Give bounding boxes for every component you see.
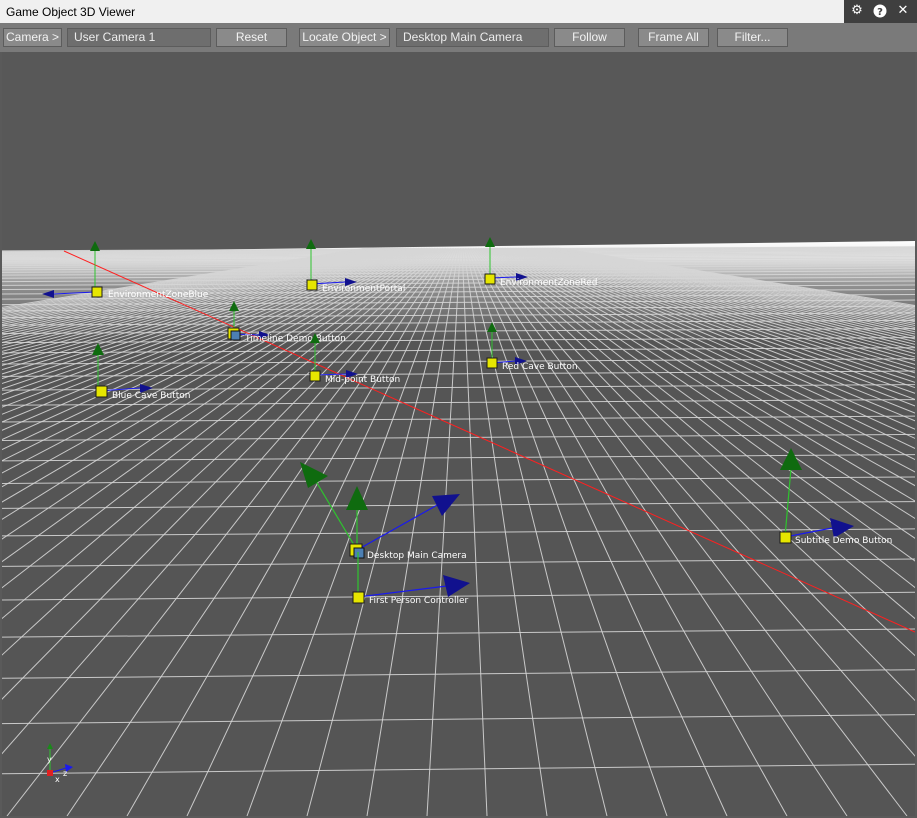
object-label: EnvironmentPortal — [322, 284, 405, 294]
object-label: Red Cave Button — [502, 362, 578, 372]
reset-button[interactable]: Reset — [216, 28, 287, 47]
window-title: Game Object 3D Viewer — [6, 5, 136, 19]
grid-line — [2, 384, 915, 391]
object-label: Subtitle Demo Button — [795, 536, 892, 546]
camera-menu-button[interactable]: Camera > — [3, 28, 62, 47]
object-label: Desktop Main Camera — [367, 551, 467, 561]
object-label: Timeline Demo Button — [244, 334, 346, 344]
gizmo-y-label: y — [47, 755, 52, 764]
3d-viewport[interactable]: EnvironmentZoneBlue EnvironmentPortal En… — [2, 52, 915, 816]
locate-object-button[interactable]: Locate Object > — [299, 28, 390, 47]
object-desktop-main-camera[interactable]: Desktop Main Camera — [300, 462, 467, 561]
gizmo-z-label: z — [63, 769, 67, 778]
svg-text:?: ? — [877, 7, 883, 18]
title-icons: ⚙ ? ✕ — [844, 0, 917, 23]
grid-line — [2, 628, 915, 638]
axis-orientation-gizmo: y x z — [47, 743, 73, 784]
object-label: Mid-point Button — [325, 375, 400, 385]
toolbar: Camera > User Camera 1 Reset Locate Obje… — [0, 23, 917, 52]
gear-icon[interactable]: ⚙ — [850, 4, 864, 18]
camera-name-field[interactable]: User Camera 1 — [67, 28, 211, 47]
grid-line — [2, 714, 915, 725]
object-label: EnvironmentZoneBlue — [108, 290, 209, 300]
grid-line — [2, 669, 915, 679]
object-subtitle-demo-button[interactable]: Subtitle Demo Button — [779, 448, 892, 546]
follow-button[interactable]: Follow — [554, 28, 625, 47]
grid-line — [2, 454, 915, 462]
sky-background — [2, 52, 915, 252]
grid-line — [2, 528, 915, 537]
grid-line — [2, 433, 915, 441]
help-icon[interactable]: ? — [873, 4, 887, 18]
object-label: EnvironmentZoneRed — [500, 278, 597, 288]
gizmo-x-label: x — [55, 775, 60, 784]
object-label: First Person Controller — [369, 596, 468, 606]
grid-line — [2, 763, 915, 775]
object-label: Blue Cave Button — [112, 391, 190, 401]
locate-object-field[interactable]: Desktop Main Camera — [396, 28, 549, 47]
title-bar: Game Object 3D Viewer ⚙ ? ✕ — [0, 0, 917, 23]
close-icon[interactable]: ✕ — [896, 4, 910, 18]
viewer-window: Game Object 3D Viewer ⚙ ? ✕ Camera > Use… — [0, 0, 917, 818]
filter-button[interactable]: Filter... — [717, 28, 788, 47]
scene-canvas[interactable]: EnvironmentZoneBlue EnvironmentPortal En… — [2, 52, 915, 816]
frame-all-button[interactable]: Frame All — [638, 28, 709, 47]
